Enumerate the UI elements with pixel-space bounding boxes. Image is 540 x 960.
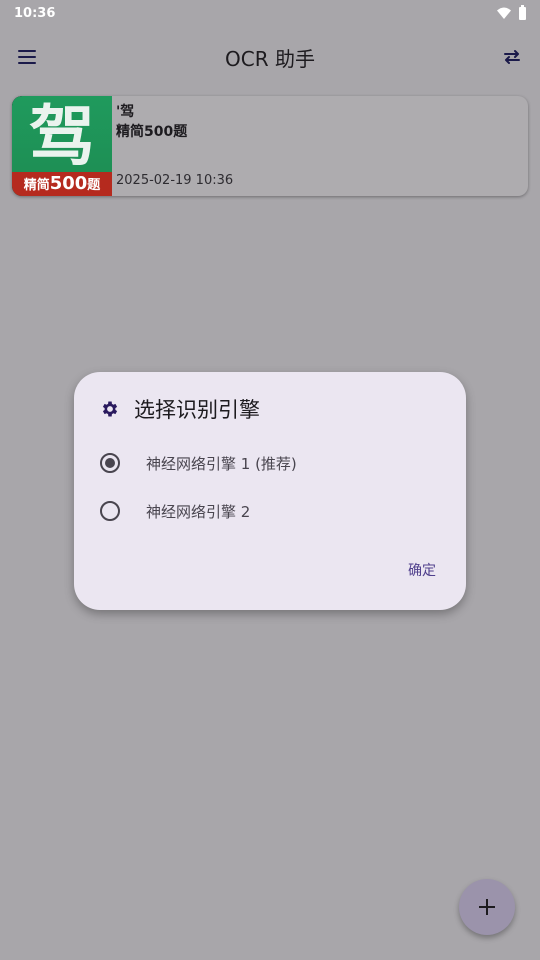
dialog-header: 选择识别引擎 <box>100 394 260 424</box>
dialog-title: 选择识别引擎 <box>134 398 260 422</box>
engine-select-dialog: 选择识别引擎 神经网络引擎 1 (推荐) 神经网络引擎 2 确定 <box>74 372 466 610</box>
plus-icon <box>478 898 496 916</box>
option-label: 神经网络引擎 1 (推荐) <box>146 454 297 473</box>
status-bar: 10:36 <box>0 0 540 26</box>
list-item[interactable]: 驾 精简500题 '驾 精简500题 2025-02-19 10:36 <box>12 96 528 196</box>
app-bar: OCR 助手 <box>0 26 540 88</box>
gear-icon <box>102 401 118 417</box>
wifi-icon <box>497 7 511 19</box>
swap-icon[interactable] <box>500 45 524 69</box>
item-date: 2025-02-19 10:36 <box>116 173 234 188</box>
item-subtitle: 精简500题 <box>116 124 188 140</box>
radio-engine-1[interactable] <box>100 453 120 473</box>
item-body: '驾 精简500题 2025-02-19 10:36 <box>112 96 528 196</box>
status-time: 10:36 <box>14 5 56 21</box>
item-title: '驾 <box>116 104 135 120</box>
radio-engine-2[interactable] <box>100 501 120 521</box>
menu-icon[interactable] <box>16 45 40 69</box>
confirm-button[interactable]: 确定 <box>408 560 436 580</box>
thumbnail-banner: 精简500题 <box>12 172 112 196</box>
page-title: OCR 助手 <box>225 46 315 71</box>
thumbnail-char: 驾 <box>29 98 95 175</box>
option-engine-1[interactable]: 神经网络引擎 1 (推荐) <box>100 443 440 483</box>
item-thumbnail: 驾 精简500题 <box>12 96 112 196</box>
option-engine-2[interactable]: 神经网络引擎 2 <box>100 491 440 531</box>
add-button[interactable] <box>459 879 515 935</box>
status-icons <box>497 4 526 20</box>
option-label: 神经网络引擎 2 <box>146 502 251 521</box>
battery-icon <box>519 4 526 20</box>
